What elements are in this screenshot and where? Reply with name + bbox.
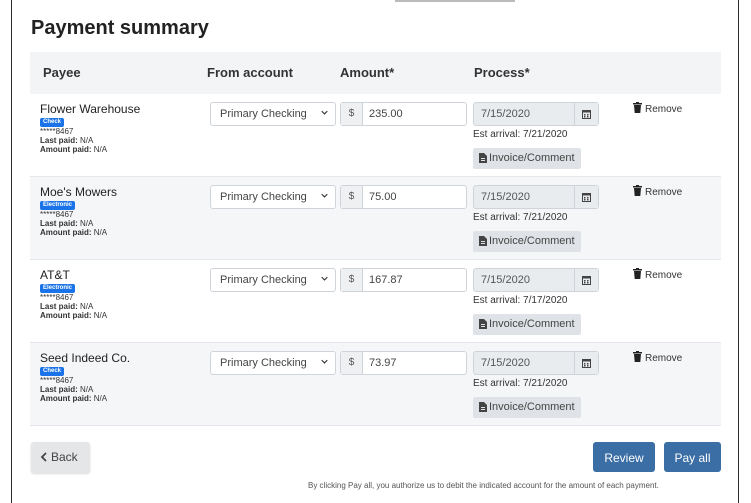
from-account-select[interactable]: Primary Checking bbox=[210, 268, 336, 292]
remove-button[interactable]: Remove bbox=[633, 185, 682, 198]
payee-name: Moe's Mowers bbox=[40, 185, 117, 199]
payee-account: *****8467 bbox=[40, 127, 74, 136]
payee-name: AT&T bbox=[40, 268, 70, 282]
trash-icon bbox=[633, 185, 642, 196]
calendar-button[interactable] bbox=[574, 186, 598, 208]
chevron-left-icon bbox=[40, 452, 47, 462]
last-paid: Last paid: N/A bbox=[40, 302, 94, 311]
chevron-down-icon bbox=[321, 359, 328, 364]
payment-row: Flower Warehouse Check *****8467 Last pa… bbox=[30, 94, 721, 177]
authorization-disclaimer: By clicking Pay all, you authorize us to… bbox=[308, 481, 659, 490]
header-payee: Payee bbox=[43, 65, 81, 80]
amount-input[interactable]: $ 75.00 bbox=[340, 185, 467, 209]
amount-input[interactable]: $ 235.00 bbox=[340, 102, 467, 126]
invoice-comment-button[interactable]: Invoice/Comment bbox=[473, 231, 581, 252]
table-header: Payee From account Amount* Process* bbox=[30, 52, 721, 94]
back-button[interactable]: Back bbox=[31, 442, 90, 473]
calendar-button[interactable] bbox=[574, 103, 598, 125]
payment-type-badge: Electronic bbox=[40, 201, 76, 210]
calendar-button[interactable] bbox=[574, 269, 598, 291]
from-account-select[interactable]: Primary Checking bbox=[210, 185, 336, 209]
payee-account: *****8467 bbox=[40, 376, 74, 385]
payment-type-badge: Check bbox=[40, 367, 65, 376]
amount-paid: Amount paid: N/A bbox=[40, 311, 108, 320]
last-paid: Last paid: N/A bbox=[40, 136, 94, 145]
from-account-select[interactable]: Primary Checking bbox=[210, 102, 336, 126]
amount-input[interactable]: $ 73.97 bbox=[340, 351, 467, 375]
calendar-button[interactable] bbox=[574, 352, 598, 374]
document-icon bbox=[479, 236, 487, 246]
last-paid: Last paid: N/A bbox=[40, 219, 94, 228]
chevron-down-icon bbox=[321, 110, 328, 115]
amount-paid: Amount paid: N/A bbox=[40, 228, 108, 237]
invoice-comment-button[interactable]: Invoice/Comment bbox=[473, 314, 581, 335]
page-title: Payment summary bbox=[31, 17, 209, 39]
chevron-down-icon bbox=[321, 276, 328, 281]
review-button[interactable]: Review bbox=[593, 442, 655, 472]
from-account-select[interactable]: Primary Checking bbox=[210, 351, 336, 375]
payee-name: Seed Indeed Co. bbox=[40, 351, 131, 365]
remove-button[interactable]: Remove bbox=[633, 102, 682, 115]
est-arrival: Est arrival: 7/21/2020 bbox=[473, 378, 568, 389]
top-divider bbox=[395, 0, 515, 2]
payee-account: *****8467 bbox=[40, 293, 74, 302]
payment-row: Seed Indeed Co. Check *****8467 Last pai… bbox=[30, 343, 721, 426]
process-date-input[interactable]: 7/15/2020 bbox=[473, 185, 599, 209]
process-date-input[interactable]: 7/15/2020 bbox=[473, 102, 599, 126]
est-arrival: Est arrival: 7/21/2020 bbox=[473, 129, 568, 140]
trash-icon bbox=[633, 268, 642, 279]
payee-name: Flower Warehouse bbox=[40, 102, 141, 116]
last-paid: Last paid: N/A bbox=[40, 385, 94, 394]
invoice-comment-button[interactable]: Invoice/Comment bbox=[473, 397, 581, 418]
header-from-account: From account bbox=[207, 65, 293, 80]
header-process: Process* bbox=[474, 65, 530, 80]
process-date-input[interactable]: 7/15/2020 bbox=[473, 351, 599, 375]
trash-icon bbox=[633, 102, 642, 113]
payment-type-badge: Electronic bbox=[40, 284, 76, 293]
payee-account: *****8467 bbox=[40, 210, 74, 219]
invoice-comment-button[interactable]: Invoice/Comment bbox=[473, 148, 581, 169]
remove-button[interactable]: Remove bbox=[633, 351, 682, 364]
est-arrival: Est arrival: 7/21/2020 bbox=[473, 212, 568, 223]
document-icon bbox=[479, 153, 487, 163]
pay-all-button[interactable]: Pay all bbox=[664, 442, 721, 472]
payment-row: Moe's Mowers Electronic *****8467 Last p… bbox=[30, 177, 721, 260]
document-icon bbox=[479, 402, 487, 412]
remove-button[interactable]: Remove bbox=[633, 268, 682, 281]
currency-addon: $ bbox=[341, 352, 363, 374]
header-amount: Amount* bbox=[340, 65, 395, 80]
currency-addon: $ bbox=[341, 186, 363, 208]
est-arrival: Est arrival: 7/17/2020 bbox=[473, 295, 568, 306]
trash-icon bbox=[633, 351, 642, 362]
currency-addon: $ bbox=[341, 103, 363, 125]
payment-type-badge: Check bbox=[40, 118, 65, 127]
calendar-icon bbox=[582, 359, 591, 368]
calendar-icon bbox=[582, 276, 591, 285]
calendar-icon bbox=[582, 193, 591, 202]
process-date-input[interactable]: 7/15/2020 bbox=[473, 268, 599, 292]
chevron-down-icon bbox=[321, 193, 328, 198]
calendar-icon bbox=[582, 110, 591, 119]
amount-paid: Amount paid: N/A bbox=[40, 145, 108, 154]
amount-input[interactable]: $ 167.87 bbox=[340, 268, 467, 292]
payment-row: AT&T Electronic *****8467 Last paid: N/A… bbox=[30, 260, 721, 343]
document-icon bbox=[479, 319, 487, 329]
amount-paid: Amount paid: N/A bbox=[40, 394, 108, 403]
currency-addon: $ bbox=[341, 269, 363, 291]
